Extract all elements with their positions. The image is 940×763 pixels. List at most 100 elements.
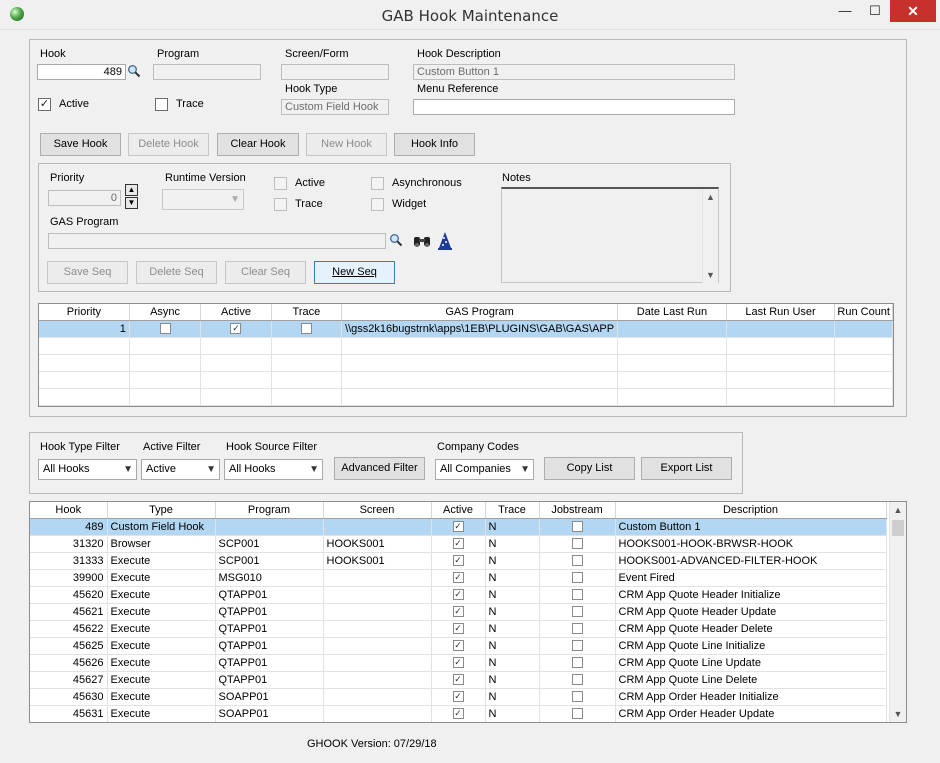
company-codes-select[interactable]: All Companies ▼ <box>435 459 534 480</box>
hooks-grid[interactable]: Hook Type Program Screen Active Trace Jobstrea… <box>29 501 907 723</box>
wizard-icon[interactable] <box>438 232 452 250</box>
seq-trace-checkbox[interactable] <box>274 198 287 211</box>
screen-form-field[interactable] <box>281 64 389 80</box>
delete-hook-button[interactable]: Delete Hook <box>128 133 209 156</box>
priority-down-button[interactable]: ▼ <box>125 197 138 209</box>
trace-checkbox[interactable] <box>300 323 312 335</box>
seq-async-checkbox[interactable] <box>371 177 384 190</box>
binoculars-icon[interactable] <box>413 234 431 248</box>
hook-number-input[interactable]: 489 <box>37 64 126 80</box>
advanced-filter-button[interactable]: Advanced Filter <box>334 457 425 480</box>
copy-list-button[interactable]: Copy List <box>544 457 635 480</box>
hook-type-filter-select[interactable]: All Hooks ▼ <box>38 459 137 480</box>
notes-scrollbar[interactable]: ▲ ▼ <box>702 189 718 283</box>
priority-input[interactable]: 0 <box>48 190 121 206</box>
active-checkbox[interactable]: ✓ <box>452 521 464 533</box>
table-row[interactable]: 39900 Execute MSG010 ✓ N Event Fired <box>30 569 887 587</box>
jobstream-checkbox[interactable] <box>571 606 583 618</box>
hooks-column-header[interactable]: Hook <box>30 502 108 519</box>
scroll-down-icon[interactable]: ▼ <box>890 706 906 722</box>
program-field[interactable] <box>153 64 261 80</box>
active-filter-select[interactable]: Active ▼ <box>141 459 220 480</box>
scroll-thumb[interactable] <box>892 520 904 536</box>
hook-trace-checkbox[interactable] <box>155 98 168 111</box>
clear-hook-button[interactable]: Clear Hook <box>217 133 299 156</box>
active-checkbox[interactable]: ✓ <box>452 657 464 669</box>
hooks-column-header[interactable]: Active <box>431 502 486 519</box>
table-row[interactable]: 45627 Execute QTAPP01 ✓ N CRM App Quote Line … <box>30 671 887 689</box>
seq-widget-checkbox[interactable] <box>371 198 384 211</box>
table-row[interactable]: 45622 Execute QTAPP01 ✓ N CRM App Quote Heade… <box>30 620 887 638</box>
notes-textarea[interactable]: ▲ ▼ <box>501 187 719 283</box>
table-row[interactable]: 45626 Execute QTAPP01 ✓ N CRM App Quote Line … <box>30 654 887 672</box>
active-checkbox[interactable]: ✓ <box>452 606 464 618</box>
scroll-down-icon[interactable]: ▼ <box>703 267 718 283</box>
active-checkbox[interactable]: ✓ <box>452 691 464 703</box>
active-checkbox[interactable]: ✓ <box>452 555 464 567</box>
active-checkbox[interactable]: ✓ <box>452 640 464 652</box>
menu-reference-input[interactable] <box>413 99 735 115</box>
jobstream-checkbox[interactable] <box>571 640 583 652</box>
hooks-column-header[interactable]: Description <box>615 502 887 519</box>
clear-seq-button[interactable]: Clear Seq <box>225 261 306 284</box>
delete-seq-button[interactable]: Delete Seq <box>136 261 217 284</box>
hook-active-checkbox[interactable]: ✓ <box>38 98 51 111</box>
maximize-button[interactable]: ☐ <box>861 0 889 22</box>
active-checkbox[interactable]: ✓ <box>452 674 464 686</box>
hooks-column-header[interactable]: Program <box>215 502 324 519</box>
async-checkbox[interactable] <box>159 323 171 335</box>
jobstream-checkbox[interactable] <box>571 674 583 686</box>
hook-source-filter-select[interactable]: All Hooks ▼ <box>224 459 323 480</box>
export-list-button[interactable]: Export List <box>641 457 732 480</box>
active-checkbox[interactable]: ✓ <box>452 572 464 584</box>
sequence-grid[interactable]: Priority Async Active Trace GAS Program Date … <box>38 303 894 407</box>
jobstream-checkbox[interactable] <box>571 708 583 720</box>
runtime-version-select[interactable]: ▼ <box>162 189 244 210</box>
seq-column-header[interactable]: Date Last Run <box>617 304 727 321</box>
seq-column-header[interactable]: Priority <box>39 304 130 321</box>
table-row[interactable]: 31333 Execute SCP001 HOOKS001 ✓ N HOOKS001-ADV… <box>30 552 887 570</box>
seq-column-header[interactable]: GAS Program <box>341 304 619 321</box>
close-button[interactable]: ✕ <box>890 0 936 22</box>
active-checkbox[interactable]: ✓ <box>452 589 464 601</box>
seq-active-checkbox[interactable] <box>274 177 287 190</box>
minimize-button[interactable]: — <box>830 0 860 22</box>
table-row[interactable]: 45620 Execute QTAPP01 ✓ N CRM App Quote Heade… <box>30 586 887 604</box>
search-icon[interactable] <box>389 233 403 247</box>
table-row[interactable] <box>39 354 893 372</box>
new-seq-button[interactable]: New Seq <box>314 261 395 284</box>
jobstream-checkbox[interactable] <box>571 521 583 533</box>
seq-column-header[interactable]: Last Run User <box>726 304 836 321</box>
table-row[interactable]: 31320 Browser SCP001 HOOKS001 ✓ N HOOKS001-HOO… <box>30 535 887 553</box>
save-seq-button[interactable]: Save Seq <box>47 261 128 284</box>
scroll-up-icon[interactable]: ▲ <box>890 502 906 518</box>
new-hook-button[interactable]: New Hook <box>306 133 387 156</box>
hooks-column-header[interactable]: Trace <box>485 502 540 519</box>
seq-column-header[interactable]: Async <box>129 304 202 321</box>
active-checkbox[interactable]: ✓ <box>452 623 464 635</box>
table-row[interactable]: 45621 Execute QTAPP01 ✓ N CRM App Quote Heade… <box>30 603 887 621</box>
scroll-up-icon[interactable]: ▲ <box>703 189 718 205</box>
jobstream-checkbox[interactable] <box>571 572 583 584</box>
hook-description-field[interactable]: Custom Button 1 <box>413 64 735 80</box>
save-hook-button[interactable]: Save Hook <box>40 133 121 156</box>
table-row[interactable] <box>39 388 893 406</box>
jobstream-checkbox[interactable] <box>571 657 583 669</box>
hooks-column-header[interactable]: Jobstream <box>539 502 616 519</box>
gas-program-field[interactable] <box>48 233 386 249</box>
hook-type-field[interactable]: Custom Field Hook <box>281 99 389 115</box>
table-row[interactable]: 489 Custom Field Hook ✓ N Custom Button 1 <box>30 518 887 536</box>
hooks-scrollbar[interactable]: ▲ ▼ <box>889 502 906 722</box>
hooks-column-header[interactable]: Screen <box>323 502 432 519</box>
table-row[interactable]: 45631 Execute SOAPP01 ✓ N CRM App Order Heade… <box>30 705 887 722</box>
search-icon[interactable] <box>127 64 141 78</box>
hooks-column-header[interactable]: Type <box>107 502 216 519</box>
active-checkbox[interactable]: ✓ <box>452 708 464 720</box>
active-checkbox[interactable]: ✓ <box>230 323 242 335</box>
jobstream-checkbox[interactable] <box>571 589 583 601</box>
priority-up-button[interactable]: ▲ <box>125 184 138 196</box>
jobstream-checkbox[interactable] <box>571 555 583 567</box>
jobstream-checkbox[interactable] <box>571 538 583 550</box>
table-row[interactable]: 1 ✓ \\gss2k16bugstrnk\apps\1EB\PLUGINS\GAB… <box>39 320 893 338</box>
jobstream-checkbox[interactable] <box>571 623 583 635</box>
